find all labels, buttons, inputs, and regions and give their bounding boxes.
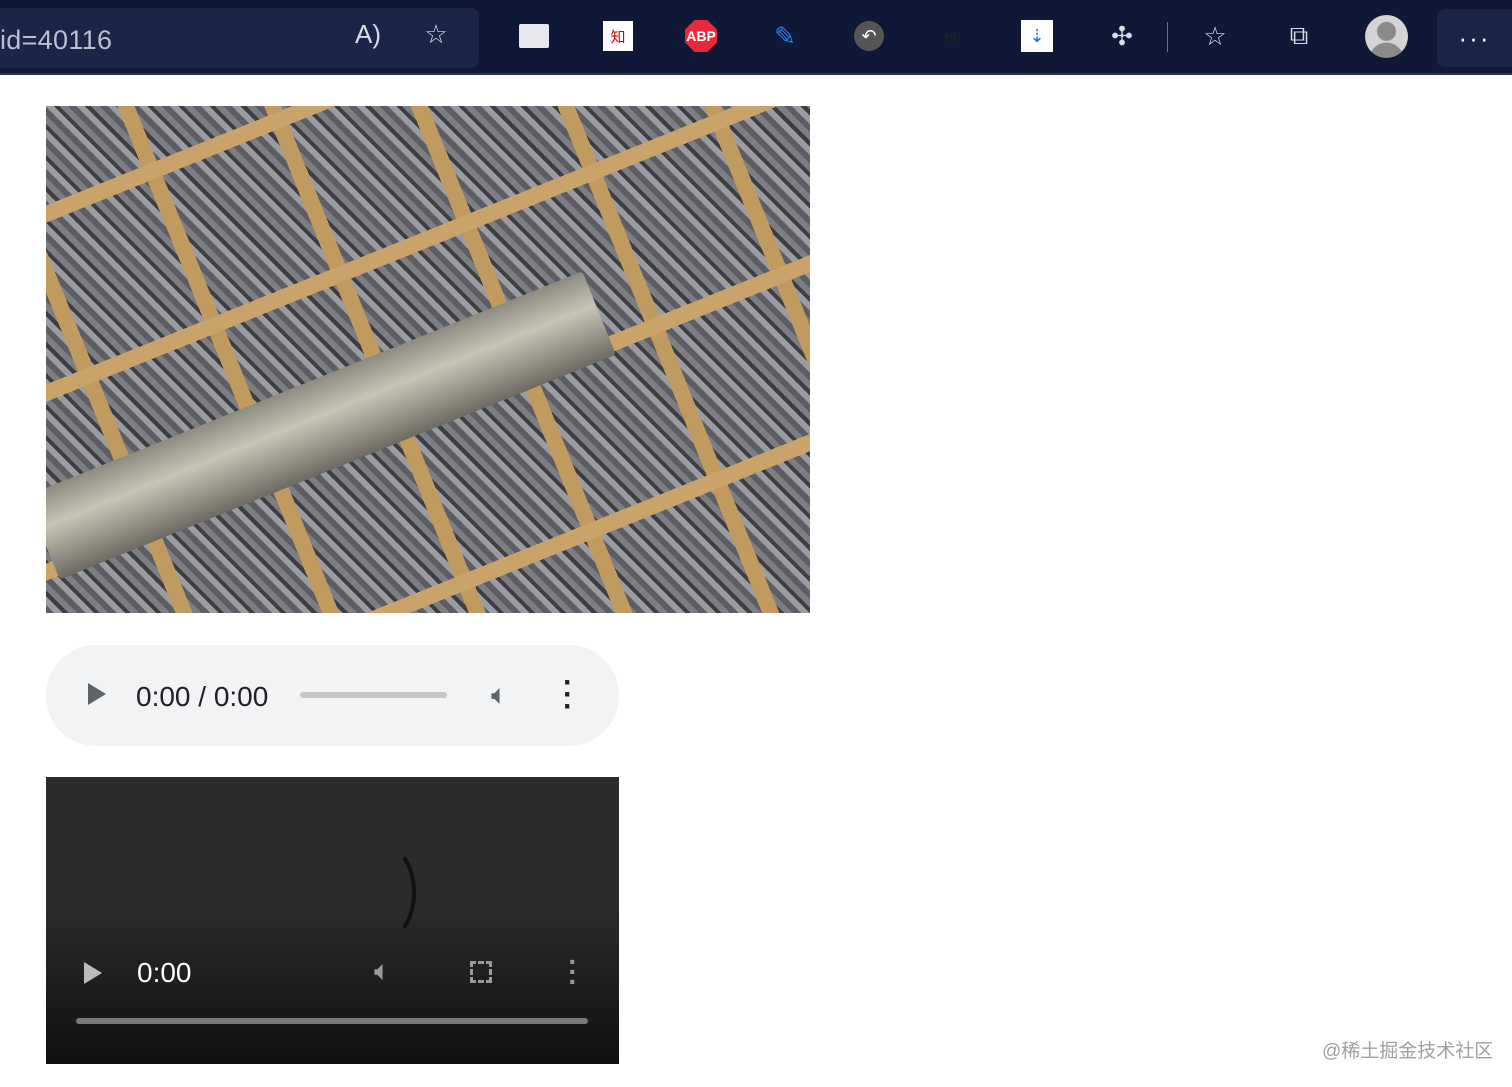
more-options-icon[interactable]: · · · — [558, 668, 578, 722]
extensions-icon[interactable]: ✣ — [1104, 18, 1140, 54]
address-text: id=40116 — [0, 25, 113, 55]
collections-icon[interactable]: ⧉ — [1281, 18, 1317, 54]
video-seek-slider[interactable] — [76, 1018, 588, 1024]
toolbar-divider — [1167, 22, 1168, 52]
extension-translate-icon[interactable]: en — [935, 18, 971, 54]
extension-download-icon[interactable]: ⇣ — [1019, 18, 1055, 54]
audio-player: 0:00 / 0:00 🔈︎ · · · — [46, 645, 619, 746]
adblock-plus-icon[interactable]: ABP — [683, 18, 719, 54]
more-button[interactable]: ··· — [1437, 9, 1512, 67]
extension-pen-icon[interactable]: ✎ — [767, 18, 803, 54]
composing-stick — [46, 271, 617, 580]
favorites-icon[interactable]: ☆ — [1197, 18, 1233, 54]
add-favorite-icon[interactable]: ☆ — [418, 16, 454, 52]
more-options-icon[interactable]: · · · — [564, 948, 582, 996]
video-time: 0:00 — [137, 957, 192, 988]
loading-spinner-icon — [356, 845, 416, 940]
play-icon[interactable] — [88, 683, 106, 705]
volume-icon[interactable]: 🔈︎ — [491, 679, 508, 712]
watermark: @稀土掘金技术社区 — [1322, 1041, 1494, 1062]
address-bar[interactable]: id=40116 A) ☆ — [0, 8, 479, 68]
type-case-photo — [46, 106, 810, 613]
volume-icon[interactable]: 🔈︎ — [374, 955, 391, 988]
play-icon[interactable] — [84, 962, 102, 984]
browser-toolbar: id=40116 A) ☆ 知 ABP ✎ ↶ en ⇣ ✣ ☆ ⧉ ··· — [0, 0, 1512, 75]
profile-avatar-icon[interactable] — [1365, 15, 1408, 58]
audio-time: 0:00 / 0:00 — [136, 681, 269, 712]
extension-zhihu-icon[interactable]: 知 — [600, 18, 636, 54]
video-player[interactable]: 0:00 🔈︎ · · · — [46, 777, 619, 1064]
extension-save-icon[interactable] — [516, 18, 552, 54]
read-aloud-icon[interactable]: A) — [350, 16, 386, 52]
extension-back-icon[interactable]: ↶ — [851, 18, 887, 54]
fullscreen-icon[interactable] — [470, 961, 492, 983]
audio-seek-slider[interactable] — [300, 692, 447, 698]
